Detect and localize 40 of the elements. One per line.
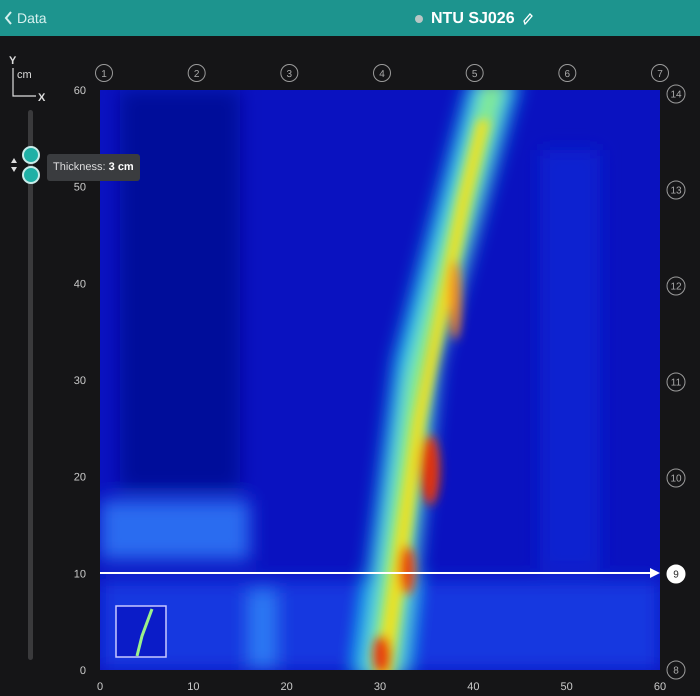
y-tick-label: 30 <box>74 375 86 387</box>
resize-arrows-icon <box>11 158 17 172</box>
x-tick-label: 0 <box>96 681 104 693</box>
y-tick-label: 10 <box>74 568 86 580</box>
thickness-tooltip: Thickness: 3 cm <box>47 154 140 180</box>
x-tick-label: 10 <box>187 681 200 693</box>
column-marker[interactable]: 1 <box>95 64 113 82</box>
row-marker[interactable]: 12 <box>666 276 686 296</box>
x-tick-label: 40 <box>467 681 480 693</box>
x-tick-label: 20 <box>280 681 293 693</box>
y-tick-label: 60 <box>74 85 86 97</box>
thumbnail-preview[interactable] <box>115 605 167 658</box>
device-title: NTU SJ026 <box>431 9 515 29</box>
pencil-icon[interactable] <box>522 13 533 25</box>
x-tick-label: 30 <box>374 681 386 693</box>
column-marker[interactable]: 2 <box>188 64 206 82</box>
x-tick-label: 60 <box>654 681 666 693</box>
status-dot-icon <box>415 15 423 23</box>
y-tick-label: 40 <box>74 278 86 290</box>
row-marker[interactable]: 13 <box>666 180 686 200</box>
column-marker[interactable]: 3 <box>280 64 298 82</box>
back-chevron-icon <box>4 11 13 25</box>
y-tick-label: 50 <box>74 182 86 194</box>
column-marker[interactable]: 4 <box>373 64 391 82</box>
unit-label: cm <box>17 69 32 81</box>
row-marker[interactable]: 10 <box>666 468 686 488</box>
row-marker[interactable]: 9 <box>666 564 686 584</box>
x-axis-letter: X <box>38 92 46 104</box>
axis-orientation-icon <box>12 68 36 97</box>
y-tick-label: 20 <box>74 472 86 484</box>
row-marker[interactable]: 14 <box>666 84 686 104</box>
y-tick-label: 0 <box>80 665 86 677</box>
column-marker[interactable]: 6 <box>558 64 576 82</box>
column-marker[interactable]: 5 <box>466 64 484 82</box>
x-tick-label: 50 <box>560 681 573 693</box>
row-marker[interactable]: 11 <box>666 372 686 392</box>
slider-thumb[interactable] <box>22 146 40 184</box>
column-marker[interactable]: 7 <box>651 64 669 82</box>
row-marker[interactable]: 8 <box>666 660 686 680</box>
y-axis-letter: Y <box>9 55 16 67</box>
